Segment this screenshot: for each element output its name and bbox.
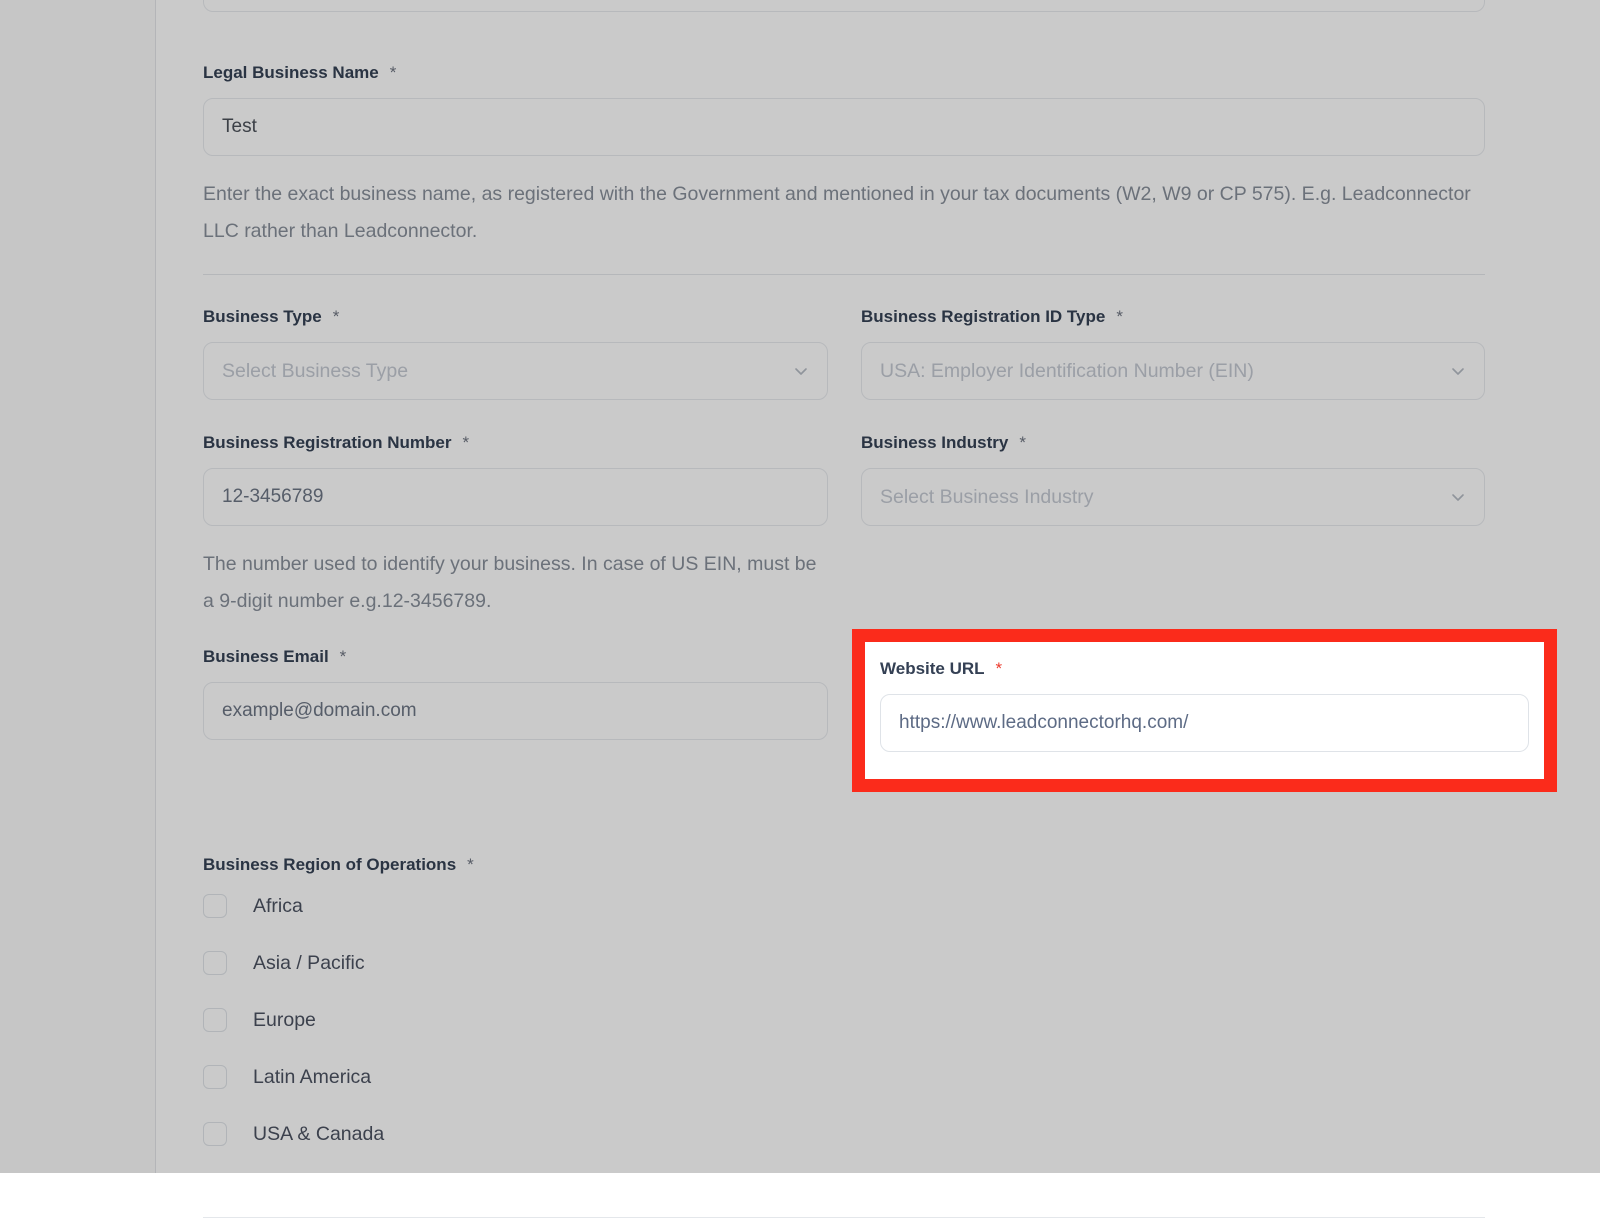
website-url-input[interactable] — [880, 694, 1529, 752]
tutorial-highlight-box: Website URL * — [852, 629, 1557, 792]
website-url-cell: Website URL * — [861, 646, 1485, 792]
tutorial-dim-overlay — [0, 0, 1600, 1173]
website-url-label: Website URL * — [880, 658, 1529, 680]
required-asterisk: * — [996, 658, 1003, 680]
label-text: Website URL — [880, 658, 985, 680]
